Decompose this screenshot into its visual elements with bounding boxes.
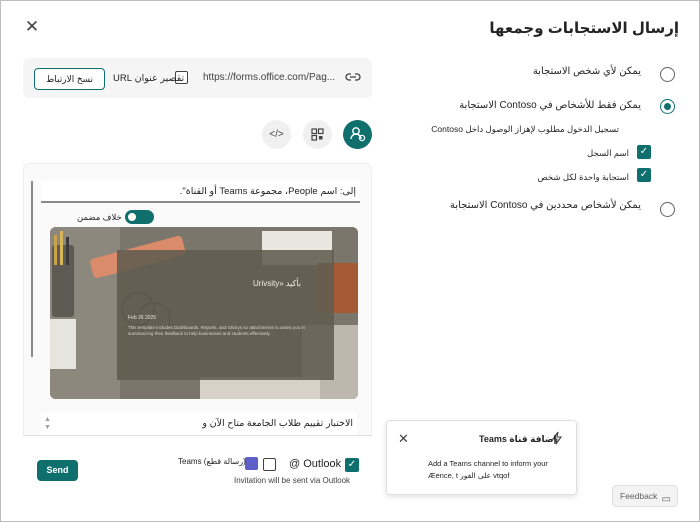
feedback-label: Feedback <box>620 491 658 501</box>
one-response-label: استجابة واحدة لكل شخص <box>537 172 629 182</box>
feedback-icon: ▭ <box>661 494 671 505</box>
radio-specific-people[interactable] <box>660 202 675 217</box>
link-url[interactable]: https://forms.office.com/Pag... <box>203 72 335 83</box>
option-specific-people-label: يمكن لأشخاص محددين في Contoso الاستجابة <box>449 200 641 211</box>
inline-toggle[interactable] <box>125 210 154 224</box>
share-link-tab[interactable] <box>343 120 372 149</box>
option-anyone-label: يمكن لأي شخص الاستجابة <box>532 66 641 77</box>
teams-label: Teams (رسالة قطع) <box>178 457 246 466</box>
popup-body-line1: Add a Teams channel to inform your <box>428 459 548 468</box>
teams-icon <box>245 457 258 470</box>
dialog-title: إرسال الاستجابات وجمعها <box>489 20 679 37</box>
card-date: Feb 26 2025 <box>128 315 157 321</box>
share-dialog: إرسال الاستجابات وجمعها ✕ يمكن لأي شخص ا… <box>0 0 700 522</box>
embed-code-icon: </> <box>269 129 284 140</box>
popup-title: إضافة قناة Teams <box>479 434 557 444</box>
close-icon[interactable]: ✕ <box>23 18 41 36</box>
teams-channel-popup <box>386 420 577 495</box>
qr-code-tab[interactable] <box>303 120 332 149</box>
popup-body-line2: Æence, t على الفور vtqof <box>428 471 510 480</box>
outlook-checkbox[interactable]: ✓ <box>345 458 359 472</box>
qr-code-icon <box>311 128 324 141</box>
people-link-icon <box>350 127 366 142</box>
card-title: Urivsity» بأكيد <box>253 279 301 288</box>
scroll-arrows-icon[interactable]: ▲ ▼ <box>44 416 51 432</box>
radio-org-only[interactable] <box>660 99 675 114</box>
radio-anyone[interactable] <box>660 67 675 82</box>
outlook-label: @ Outlook <box>289 458 342 470</box>
inline-toggle-label: خلاف مضمن <box>77 212 122 222</box>
option-org-only-label: يمكن فقط للأشخاص في Contoso الاستجابة <box>459 100 641 111</box>
feedback-button[interactable]: Feedback ▭ <box>612 485 678 507</box>
shorten-url-label: تقصير عنوان URL <box>113 73 185 84</box>
popup-close-icon[interactable]: ✕ <box>398 431 409 447</box>
teams-checkbox[interactable] <box>263 458 276 471</box>
org-only-note: تسجيل الدخول مطلوب لإهزاز الوصول داخل Co… <box>431 124 619 134</box>
link-icon <box>345 70 361 84</box>
one-response-checkbox[interactable]: ✓ <box>637 168 651 182</box>
message-input[interactable]: الاختبار تقييم طلاب الجامعة متاح الآن و <box>41 413 357 435</box>
embed-code-tab[interactable]: </> <box>262 120 291 149</box>
record-name-label: اسم السجل <box>587 148 629 158</box>
recipient-input[interactable]: إلى: اسم People، مجموعة Teams أو القناة"… <box>41 181 360 203</box>
invitation-note: Invitation will be sent via Outlook <box>234 476 351 485</box>
send-button[interactable]: Send <box>37 460 78 481</box>
card-body: This template includes Dashboards, Repor… <box>128 325 305 336</box>
record-name-checkbox[interactable]: ✓ <box>637 145 651 159</box>
copy-link-button[interactable]: نسخ الارتباط <box>34 68 105 90</box>
scrollbar[interactable] <box>31 181 33 357</box>
